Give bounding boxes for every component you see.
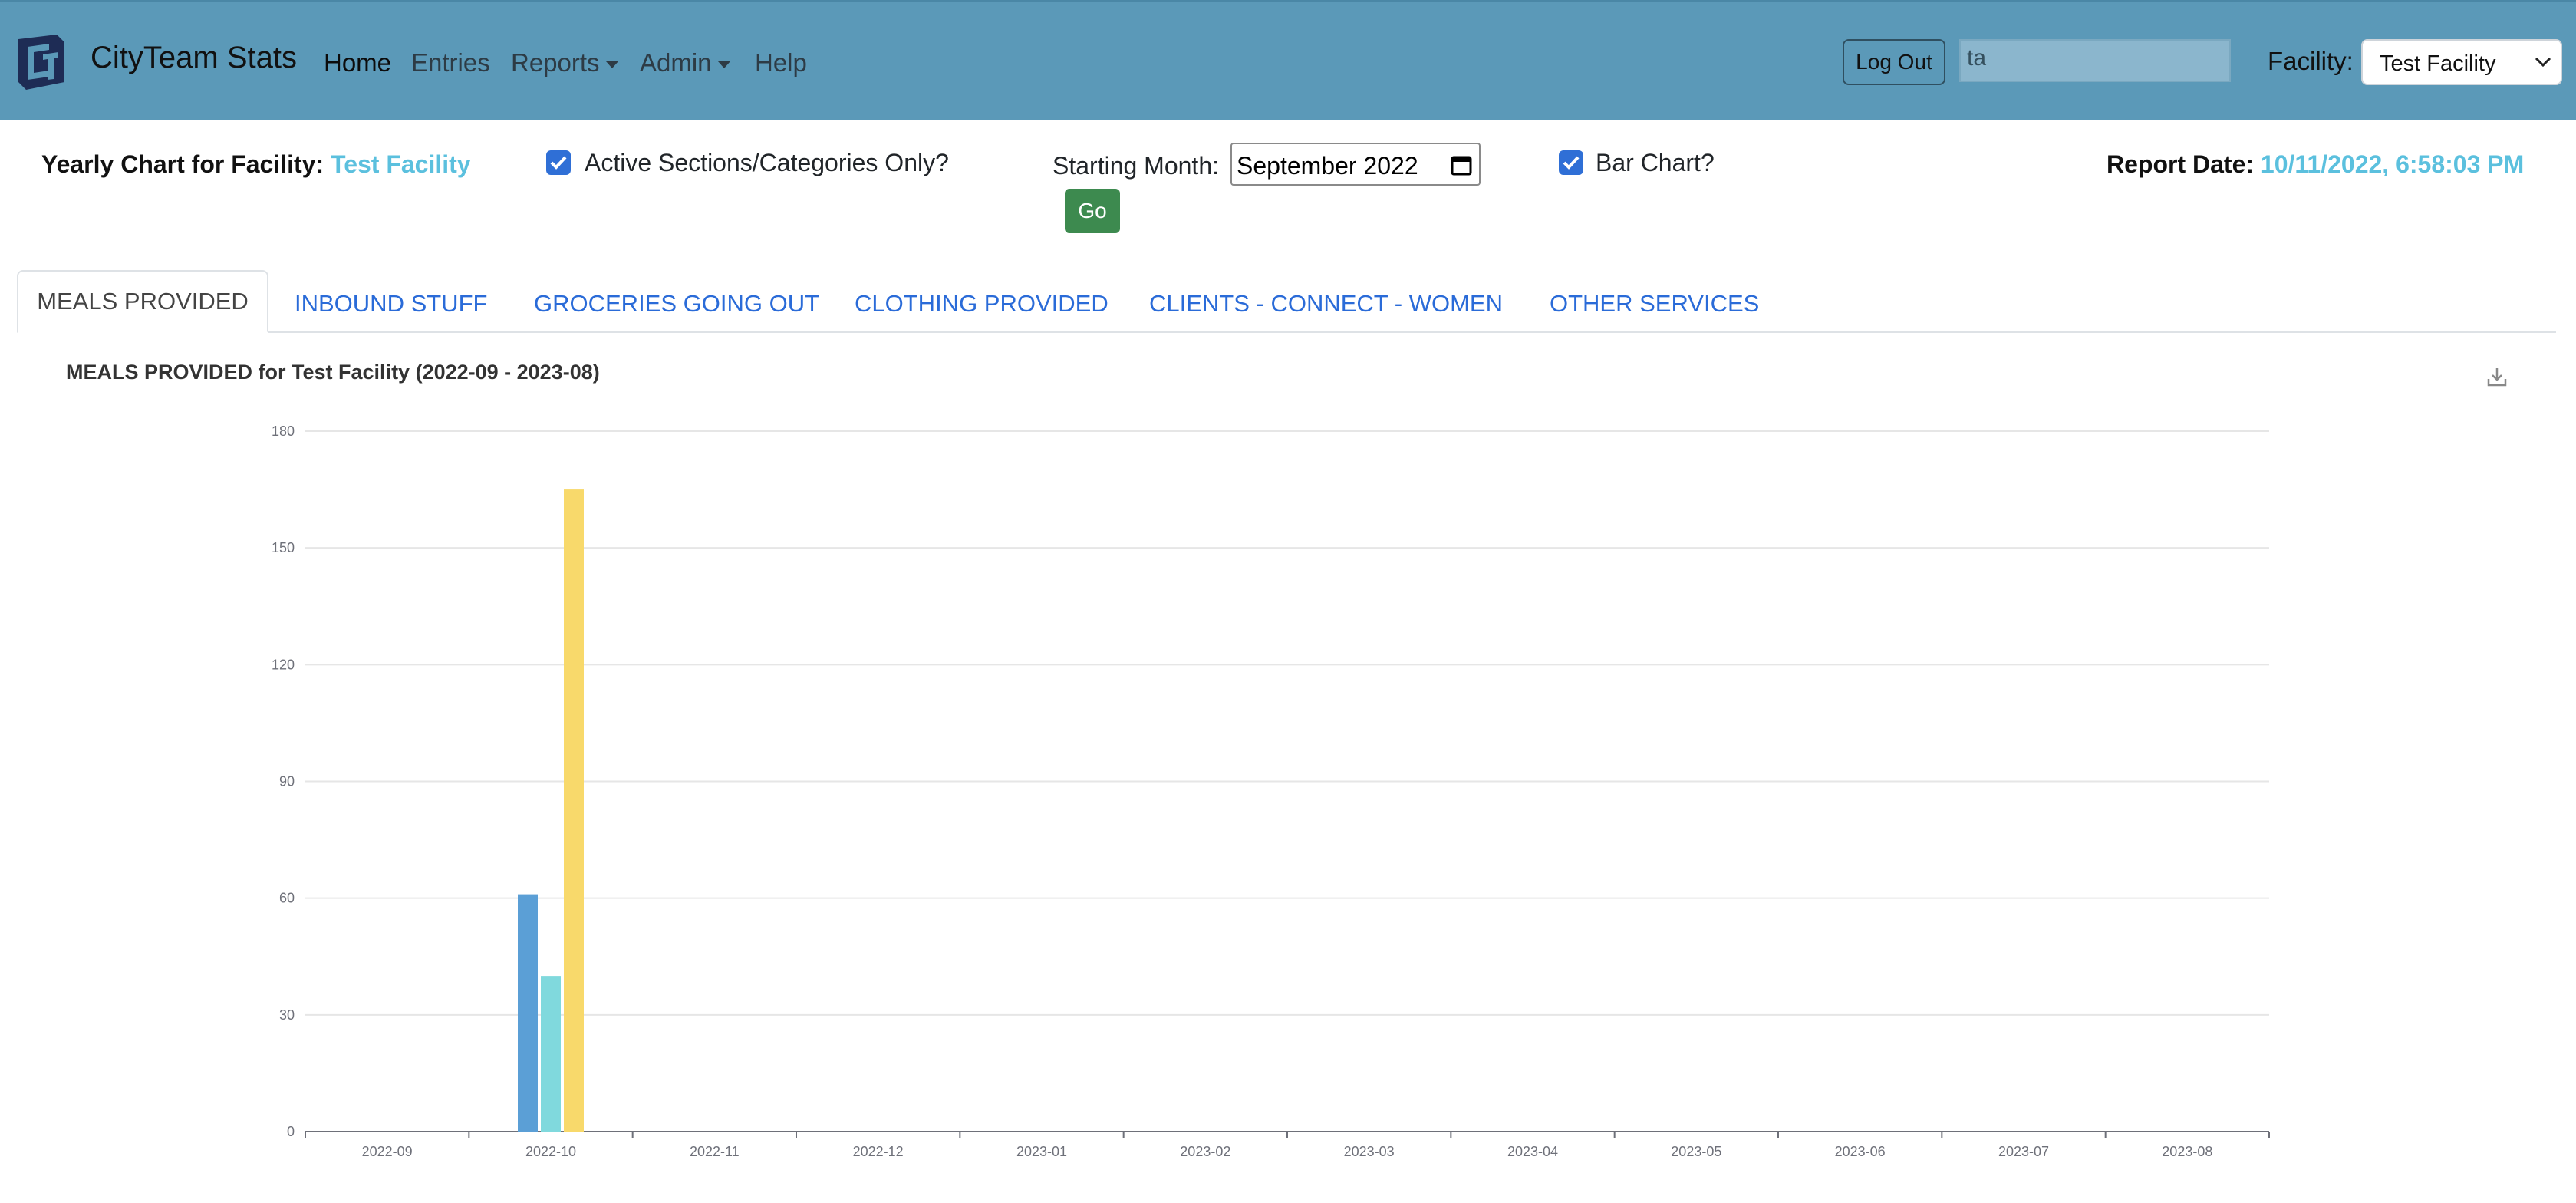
x-tick-label: 2022-10 (525, 1144, 576, 1159)
chevron-down-icon (605, 61, 618, 68)
yearly-chart-label: Yearly Chart for Facility: Test Facility (41, 150, 471, 179)
x-tick-label: 2023-01 (1016, 1144, 1067, 1159)
x-tick-label: 2023-08 (2162, 1144, 2212, 1159)
nav-reports-label: Reports (511, 48, 600, 77)
bar-breakfasts (518, 894, 538, 1132)
facility-label: Facility: (2268, 47, 2354, 75)
nav-home[interactable]: Home (324, 48, 391, 77)
nav-admin-dropdown[interactable]: Admin (640, 48, 730, 77)
meals-bar-chart: 0 30 60 90 120 150 180 2022-09 2022-10 2022-11 202… (272, 424, 2270, 1159)
chevron-down-icon (2535, 57, 2551, 68)
y-tick-label: 60 (279, 891, 295, 906)
report-date-value: 10/11/2022, 6:58:03 PM (2260, 150, 2525, 178)
starting-month-value: September 2022 (1237, 152, 1418, 180)
top-navbar: CityTeam Stats Home Entries Reports Admi… (0, 0, 2576, 120)
y-tick-label: 120 (272, 657, 295, 672)
x-tick-label: 2023-02 (1180, 1144, 1230, 1159)
report-date-label: Report Date: (2107, 150, 2255, 178)
x-tick-label: 2023-06 (1835, 1144, 1886, 1159)
active-only-checkbox[interactable] (546, 150, 571, 175)
x-tick-label: 2022-09 (362, 1144, 413, 1159)
x-tick-label: 2023-07 (1998, 1144, 2049, 1159)
tab-meals-provided[interactable]: MEALS PROVIDED (17, 270, 268, 333)
x-tick-label: 2023-04 (1507, 1144, 1558, 1159)
tab-groceries-going-out[interactable]: GROCERIES GOING OUT (534, 290, 819, 318)
starting-month-input[interactable]: September 2022 (1230, 143, 1481, 186)
cityteam-logo-icon[interactable] (11, 31, 72, 93)
y-tick-label: 30 (279, 1007, 295, 1023)
chart-title: MEALS PROVIDED for Test Facility (2022-0… (66, 361, 600, 384)
calendar-icon[interactable] (1450, 153, 1473, 176)
bar-dinners (564, 489, 584, 1132)
tab-clothing-provided[interactable]: CLOTHING PROVIDED (855, 290, 1108, 318)
starting-month-label: Starting Month: (1052, 152, 1219, 180)
y-tick-label: 180 (272, 424, 295, 439)
nav-entries[interactable]: Entries (411, 48, 490, 77)
bar-lunches (541, 976, 561, 1132)
facility-select[interactable]: Test Facility (2361, 39, 2562, 85)
x-tick-label: 2022-11 (690, 1144, 740, 1159)
checkmark-icon (550, 156, 567, 170)
report-date: Report Date: 10/11/2022, 6:58:03 PM (2107, 150, 2524, 179)
tab-clients-connect-women[interactable]: CLIENTS - CONNECT - WOMEN (1149, 290, 1503, 318)
chevron-down-icon (717, 61, 730, 68)
facility-select-value: Test Facility (2380, 51, 2496, 76)
x-tick-label: 2023-05 (1671, 1144, 1721, 1159)
y-tick-label: 90 (279, 774, 295, 789)
yearly-chart-label-text: Yearly Chart for Facility: (41, 150, 324, 178)
nav-reports-dropdown[interactable]: Reports (511, 48, 618, 77)
app-brand[interactable]: CityTeam Stats (91, 41, 297, 75)
x-tick-label: 2022-12 (853, 1144, 904, 1159)
tab-inbound-stuff[interactable]: INBOUND STUFF (295, 290, 487, 318)
y-tick-label: 0 (287, 1124, 295, 1139)
nav-admin-label: Admin (640, 48, 712, 77)
facility-name: Test Facility (331, 150, 471, 178)
tab-bar-divider (17, 331, 2556, 333)
bar-chart-label: Bar Chart? (1596, 149, 1715, 176)
bar-chart-checkbox[interactable] (1559, 150, 1583, 175)
search-input[interactable]: ta (1959, 39, 2231, 82)
tab-other-services[interactable]: OTHER SERVICES (1550, 290, 1759, 318)
x-tick-label: 2023-03 (1344, 1144, 1395, 1159)
nav-help[interactable]: Help (755, 48, 807, 77)
logout-button[interactable]: Log Out (1843, 39, 1945, 85)
checkmark-icon (1563, 156, 1580, 170)
go-button[interactable]: Go (1065, 189, 1120, 233)
active-only-label: Active Sections/Categories Only? (585, 149, 949, 176)
y-tick-label: 150 (272, 540, 295, 555)
